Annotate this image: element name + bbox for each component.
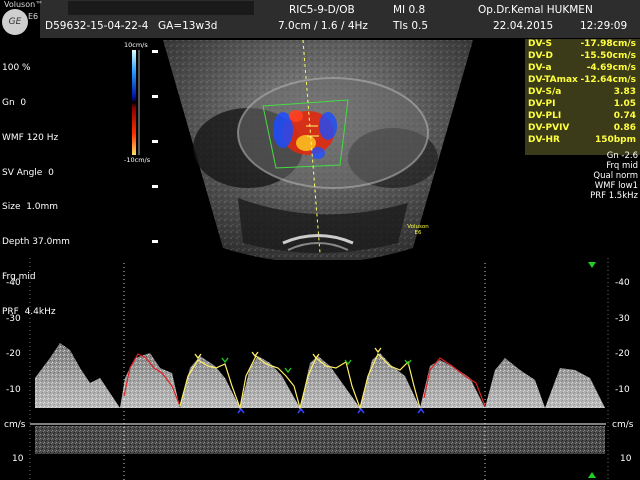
brand-name: Voluson™ xyxy=(4,0,44,9)
measurement-value: 150bpm xyxy=(594,135,636,145)
gestational-age: GA=13w3d xyxy=(158,20,218,32)
pw-prf: PRF 1.5kHz xyxy=(590,191,638,201)
color-bar-bottom-label: -10cm/s xyxy=(124,156,151,164)
exam-date: 22.04.2015 xyxy=(493,20,554,32)
y-tick-right: 10 xyxy=(620,454,632,464)
measurement-label: DV-D xyxy=(528,51,553,61)
measurement-label: DV-a xyxy=(528,63,552,73)
velocity-unit-right: cm/s xyxy=(612,420,634,430)
measurement-value: 1.05 xyxy=(613,99,636,109)
tis-index: TIs 0.5 xyxy=(393,20,429,32)
depth-frequency: 7.0cm / 1.6 / 4Hz xyxy=(278,20,368,32)
exam-time: 12:29:09 xyxy=(580,20,628,32)
pw-frequency: Frq mid xyxy=(606,161,638,171)
y-tick: -10 xyxy=(6,385,21,395)
param-wmf: WMF 120 Hz xyxy=(2,132,59,143)
measurement-value: 0.86 xyxy=(613,123,636,133)
measurement-label: DV-HR xyxy=(528,135,560,145)
param-size: Size 1.0mm xyxy=(2,202,59,213)
measurement-panel: DV-S -17.98cm/s DV-D -15.50cm/s DV-a -4.69c… xyxy=(525,39,640,155)
measurement-label: DV-S/a xyxy=(528,87,562,97)
measurement-row: DV-PVIV 0.86 xyxy=(528,123,636,134)
ultrasound-image xyxy=(163,39,473,260)
ge-logo-icon: GE xyxy=(2,9,28,35)
pw-gain: Gn -2.6 xyxy=(606,151,638,161)
measurement-value: 0.74 xyxy=(613,111,636,121)
measurement-label: DV-PVIV xyxy=(528,123,570,133)
measurement-value: -4.69cm/s xyxy=(586,63,636,73)
measurement-row: DV-PLI 0.74 xyxy=(528,111,636,122)
y-tick-right: -30 xyxy=(615,314,630,324)
pw-parameters: Gn -2.6 Frq mid Qual norm WMF low1 PRF 1… xyxy=(560,151,638,201)
measurement-label: DV-PLI xyxy=(528,111,562,121)
model-name: E6 xyxy=(28,12,39,21)
patient-id: D59632-15-04-22-4 xyxy=(45,20,149,32)
param-sv-angle: SV Angle 0 xyxy=(2,167,54,178)
doppler-spectrum xyxy=(29,258,609,480)
y-tick: -20 xyxy=(6,349,21,359)
watermark-line-2: E6 xyxy=(414,230,422,236)
patient-name-redaction xyxy=(68,1,254,15)
y-tick-right: -40 xyxy=(615,278,630,288)
param-depth: Depth 37.0mm xyxy=(2,237,70,248)
pw-quality: Qual norm xyxy=(593,171,638,181)
measurement-value: 3.83 xyxy=(613,87,636,97)
measurement-row: DV-TAmax -12.64cm/s xyxy=(528,75,636,86)
color-bar-top-label: 10cm/s xyxy=(124,41,148,49)
param-power: 100 % xyxy=(2,63,31,74)
measurement-value: -12.64cm/s xyxy=(580,75,636,85)
measurement-row: DV-HR 150bpm xyxy=(528,135,636,146)
measurement-label: DV-TAmax xyxy=(528,75,578,85)
measurement-value: -15.50cm/s xyxy=(580,51,636,61)
y-tick: -30 xyxy=(6,314,21,324)
measurement-value: -17.98cm/s xyxy=(580,39,636,49)
measurement-row: DV-a -4.69cm/s xyxy=(528,63,636,74)
measurement-row: DV-S -17.98cm/s xyxy=(528,39,636,50)
measurement-row: DV-PI 1.05 xyxy=(528,99,636,110)
pw-wmf: WMF low1 xyxy=(594,181,638,191)
operator-name: Op.Dr.Kemal HUKMEN xyxy=(478,4,593,16)
measurement-row: DV-S/a 3.83 xyxy=(528,87,636,98)
y-tick: -40 xyxy=(6,278,21,288)
velocity-unit-left: cm/s xyxy=(4,420,26,430)
y-tick: 10 xyxy=(12,454,24,464)
mi-index: MI 0.8 xyxy=(393,4,426,16)
image-watermark: Voluson E6 xyxy=(406,224,430,236)
measurement-row: DV-D -15.50cm/s xyxy=(528,51,636,62)
y-tick-right: -10 xyxy=(615,385,630,395)
probe-name: RIC5-9-D/OB xyxy=(289,4,355,16)
measurement-label: DV-PI xyxy=(528,99,556,109)
y-tick-right: -20 xyxy=(615,349,630,359)
measurement-label: DV-S xyxy=(528,39,552,49)
param-gain: Gn 0 xyxy=(2,97,27,108)
